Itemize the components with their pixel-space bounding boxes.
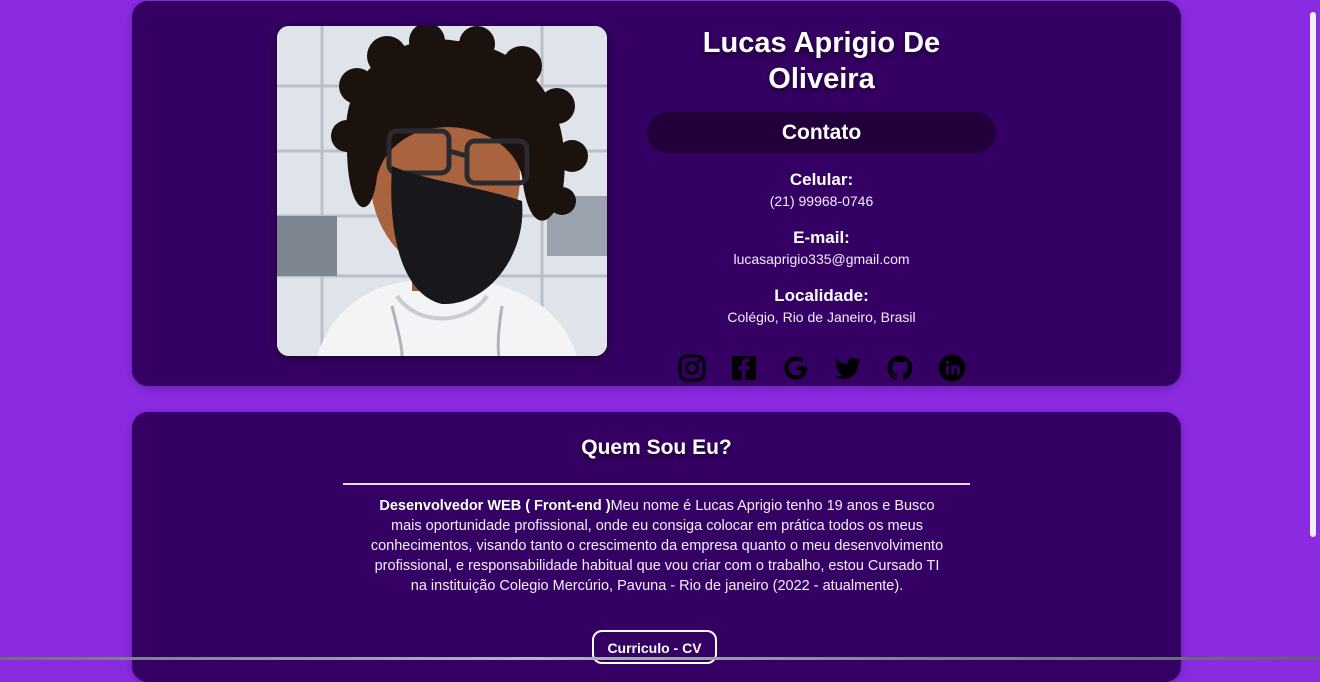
social-links: [647, 353, 996, 383]
facebook-icon[interactable]: [729, 353, 759, 383]
scrollbar-thumb[interactable]: [1310, 12, 1316, 537]
profile-photo: [277, 26, 607, 356]
field-label: Localidade:: [774, 286, 869, 305]
field-label: Celular:: [789, 170, 854, 189]
linkedin-icon[interactable]: [937, 353, 967, 383]
field-localidade: Localidade: Colégio, Rio de Janeiro, Bra…: [647, 285, 996, 327]
about-divider: [343, 483, 970, 485]
profile-card: Lucas Aprigio De Oliveira Contato Celula…: [132, 1, 1181, 386]
field-value: Colégio, Rio de Janeiro, Brasil: [727, 309, 916, 325]
field-value: (21) 99968-0746: [769, 193, 874, 209]
about-card: Quem Sou Eu? Desenvolvedor WEB ( Front-e…: [132, 412, 1181, 682]
field-celular: Celular: (21) 99968-0746: [647, 169, 996, 211]
profile-name: Lucas Aprigio De Oliveira: [702, 27, 941, 95]
field-label: E-mail:: [793, 228, 850, 247]
page-scrollbar[interactable]: [1306, 0, 1320, 660]
instagram-icon[interactable]: [677, 353, 707, 383]
twitter-icon[interactable]: [833, 353, 863, 383]
contact-heading: Contato: [647, 112, 996, 153]
field-email: E-mail: lucasaprigio335@gmail.com: [647, 227, 996, 269]
field-value: lucasaprigio335@gmail.com: [733, 251, 910, 267]
profile-photo-image: [277, 26, 607, 356]
about-title: Quem Sou Eu?: [581, 436, 732, 459]
about-role: Desenvolvedor WEB ( Front-end ): [379, 498, 611, 514]
about-text: Desenvolvedor WEB ( Front-end )Meu nome …: [368, 496, 946, 596]
contact-column: Lucas Aprigio De Oliveira Contato Celula…: [647, 1, 996, 383]
github-icon[interactable]: [885, 353, 915, 383]
google-icon[interactable]: [781, 353, 811, 383]
